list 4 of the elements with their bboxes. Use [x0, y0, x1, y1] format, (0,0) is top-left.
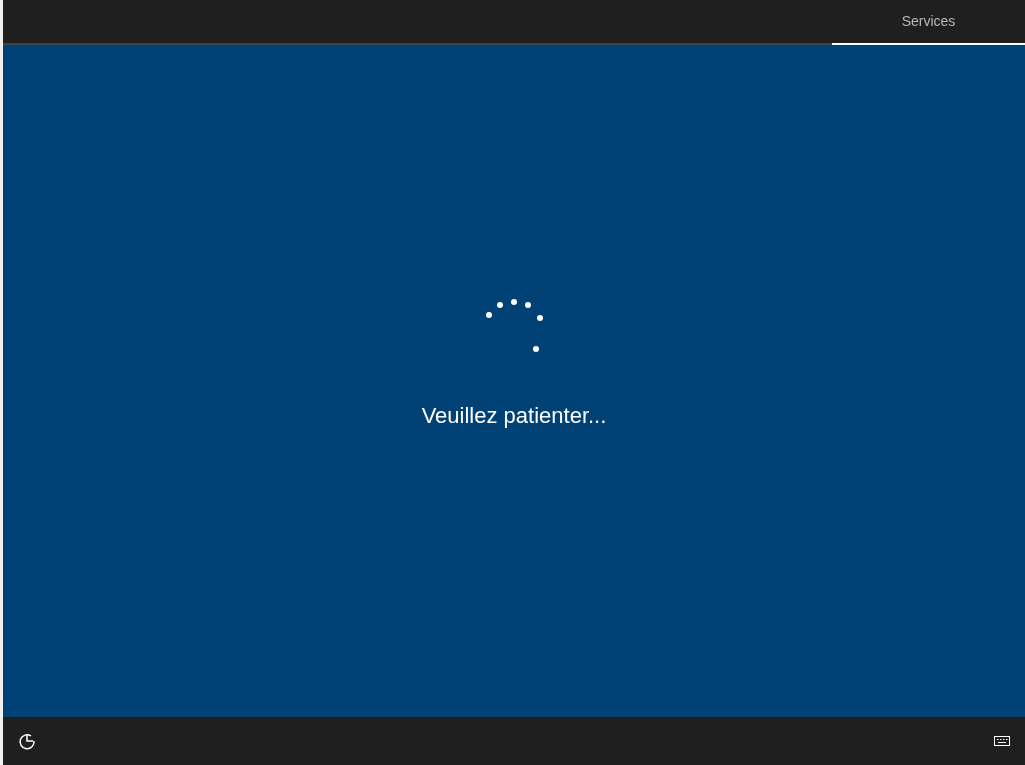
ease-of-access-icon[interactable]	[18, 732, 36, 750]
loading-spinner-icon	[486, 298, 544, 354]
keyboard-icon[interactable]	[994, 736, 1010, 746]
status-message: Veuillez patienter...	[421, 402, 607, 430]
